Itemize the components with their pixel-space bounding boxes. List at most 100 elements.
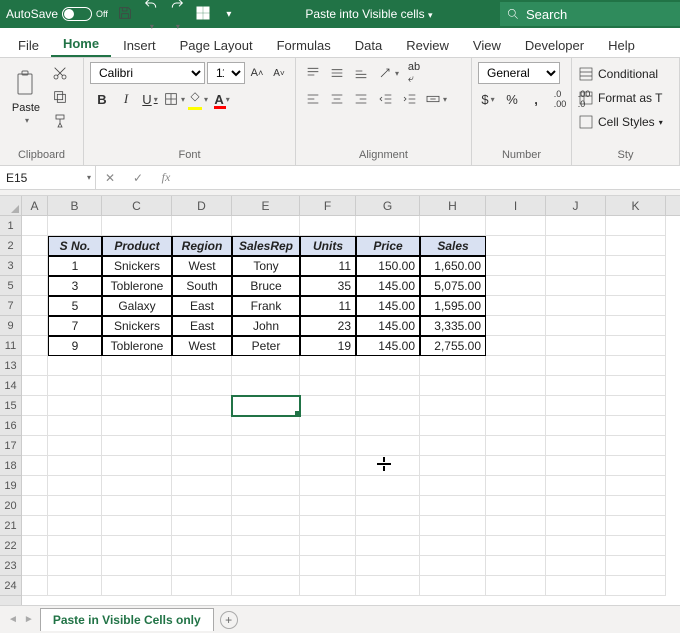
cell[interactable] [356, 436, 420, 456]
cell[interactable] [300, 556, 356, 576]
cell[interactable] [232, 376, 300, 396]
cell[interactable] [300, 416, 356, 436]
cell[interactable] [546, 416, 606, 436]
cells-area[interactable]: S No.ProductRegionSalesRepUnitsPriceSale… [22, 216, 680, 605]
cell[interactable] [420, 416, 486, 436]
cell[interactable]: 7 [48, 316, 102, 336]
cell[interactable]: 145.00 [356, 276, 420, 296]
col-header[interactable]: D [172, 196, 232, 215]
cell[interactable] [546, 436, 606, 456]
cell[interactable]: West [172, 336, 232, 356]
cell[interactable] [300, 356, 356, 376]
cell[interactable] [300, 396, 356, 416]
cell[interactable] [102, 356, 172, 376]
cell[interactable] [420, 456, 486, 476]
row-header[interactable]: 18 [0, 456, 21, 476]
cell[interactable] [486, 396, 546, 416]
cell[interactable]: 1,650.00 [420, 256, 486, 276]
cell[interactable] [300, 476, 356, 496]
cell[interactable] [606, 456, 666, 476]
cell[interactable]: 150.00 [356, 256, 420, 276]
italic-button[interactable]: I [114, 88, 138, 110]
row-header[interactable]: 15 [0, 396, 21, 416]
borders-button[interactable] [162, 88, 186, 110]
cell[interactable] [606, 576, 666, 596]
cell[interactable] [486, 316, 546, 336]
cell[interactable] [486, 576, 546, 596]
row-header[interactable]: 23 [0, 556, 21, 576]
cell[interactable] [420, 376, 486, 396]
row-header[interactable]: 13 [0, 356, 21, 376]
cell[interactable] [22, 536, 48, 556]
cell[interactable] [606, 476, 666, 496]
autosave-toggle[interactable]: AutoSave Off [6, 7, 108, 21]
cell[interactable] [606, 296, 666, 316]
underline-button[interactable]: U [138, 88, 162, 110]
cell[interactable] [22, 356, 48, 376]
orientation-button[interactable] [376, 62, 400, 84]
cell[interactable] [300, 456, 356, 476]
cell[interactable] [22, 476, 48, 496]
row-header[interactable]: 7 [0, 296, 21, 316]
cell[interactable]: 19 [300, 336, 356, 356]
cell[interactable] [420, 436, 486, 456]
tab-review[interactable]: Review [394, 32, 461, 57]
cell[interactable] [356, 496, 420, 516]
cell[interactable] [172, 356, 232, 376]
row-header[interactable]: 3 [0, 256, 21, 276]
row-header[interactable]: 16 [0, 416, 21, 436]
cell[interactable]: 35 [300, 276, 356, 296]
cell[interactable] [172, 456, 232, 476]
cell[interactable] [356, 396, 420, 416]
cell[interactable] [232, 456, 300, 476]
cell[interactable] [300, 536, 356, 556]
cell[interactable]: Toblerone [102, 336, 172, 356]
cell[interactable]: East [172, 296, 232, 316]
cell[interactable] [22, 516, 48, 536]
cell[interactable] [420, 216, 486, 236]
cell[interactable] [606, 376, 666, 396]
tab-data[interactable]: Data [343, 32, 394, 57]
cell[interactable] [546, 476, 606, 496]
col-header[interactable]: J [546, 196, 606, 215]
cell[interactable] [102, 436, 172, 456]
cell[interactable] [486, 336, 546, 356]
cell[interactable] [48, 376, 102, 396]
cell[interactable] [546, 336, 606, 356]
fill-color-button[interactable] [186, 88, 210, 110]
cell[interactable] [606, 236, 666, 256]
cell[interactable] [22, 236, 48, 256]
cell[interactable] [300, 436, 356, 456]
cell[interactable]: John [232, 316, 300, 336]
align-right-button[interactable] [350, 88, 372, 110]
col-header[interactable]: I [486, 196, 546, 215]
cell[interactable] [546, 316, 606, 336]
cell[interactable] [420, 356, 486, 376]
cell[interactable] [22, 376, 48, 396]
cell[interactable] [22, 296, 48, 316]
cell[interactable] [102, 216, 172, 236]
cell[interactable] [102, 576, 172, 596]
cell[interactable] [232, 556, 300, 576]
cell[interactable]: 11 [300, 256, 356, 276]
cell-styles-button[interactable]: Cell Styles ▾ [578, 112, 673, 132]
cell[interactable] [356, 376, 420, 396]
cell[interactable] [232, 436, 300, 456]
cell[interactable] [546, 516, 606, 536]
merge-button[interactable] [424, 88, 448, 110]
cell[interactable] [546, 216, 606, 236]
add-sheet-button[interactable]: + [220, 611, 238, 629]
font-size-select[interactable]: 11 [207, 62, 245, 84]
cell[interactable] [48, 536, 102, 556]
cell[interactable] [606, 416, 666, 436]
cell[interactable] [486, 296, 546, 316]
cell[interactable] [102, 496, 172, 516]
format-painter-button[interactable] [50, 110, 70, 132]
cell[interactable] [232, 476, 300, 496]
increase-font-button[interactable]: A˄ [247, 62, 267, 84]
search-box[interactable]: Search [500, 2, 680, 26]
cell[interactable] [420, 396, 486, 416]
cell[interactable] [486, 276, 546, 296]
cell[interactable] [486, 356, 546, 376]
cell[interactable] [48, 456, 102, 476]
